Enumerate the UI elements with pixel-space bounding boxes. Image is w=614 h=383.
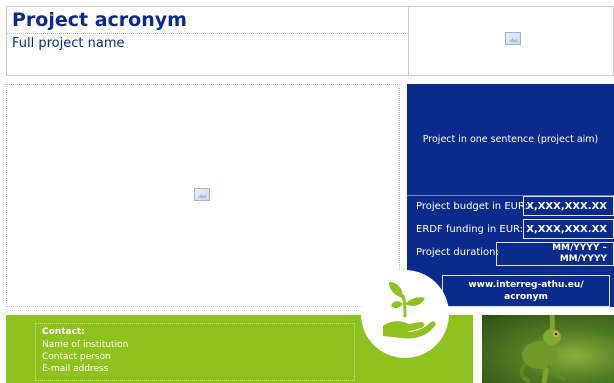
- budget-value: X,XXX,XXX.XX: [523, 196, 614, 216]
- contact-institution: Name of institution: [42, 340, 129, 350]
- duration-label: Project duration:: [416, 247, 499, 258]
- website-url[interactable]: www.interreg-athu.eu/: [443, 279, 609, 291]
- frog-illustration: [519, 315, 567, 383]
- main-image-placeholder: [6, 84, 400, 307]
- duration-value: MM/YYYY – MM/YYYY: [496, 242, 614, 266]
- project-aim: Project in one sentence (project aim): [422, 134, 599, 145]
- erdf-label: ERDF funding in EUR:: [416, 224, 524, 235]
- hand-holding-plant-icon: [383, 282, 436, 339]
- emblem-circle: [361, 270, 449, 358]
- contact-email: E-mail address: [42, 364, 109, 374]
- duration-start: MM/YYYY –: [552, 243, 607, 253]
- full-project-name: Full project name: [12, 36, 125, 51]
- image-placeholder-icon: [194, 188, 210, 201]
- logo-placeholder-box: [409, 6, 614, 76]
- website-box[interactable]: www.interreg-athu.eu/ acronym: [442, 275, 610, 307]
- erdf-value-text: X,XXX,XXX.XX: [526, 223, 607, 235]
- image-placeholder-icon: [505, 32, 521, 45]
- frog-photo: [482, 315, 614, 383]
- project-acronym: Project acronym: [12, 9, 187, 31]
- budget-label: Project budget in EUR:: [416, 201, 528, 212]
- duration-end: MM/YYYY: [559, 254, 607, 264]
- website-acronym[interactable]: acronym: [443, 291, 609, 303]
- erdf-value: X,XXX,XXX.XX: [523, 219, 614, 239]
- contact-person: Contact person: [42, 352, 111, 362]
- budget-value-text: X,XXX,XXX.XX: [526, 200, 607, 212]
- contact-title: Contact:: [42, 327, 85, 337]
